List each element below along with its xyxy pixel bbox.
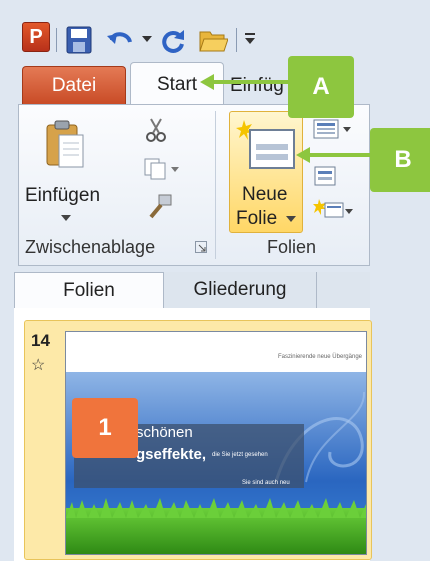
slide-header-text: Faszinierende neue Übergänge [277, 354, 362, 360]
new-slide-label-line2: Folie [236, 208, 278, 229]
clipboard-group-label: Zwischenablage [25, 237, 156, 257]
slide-footer-text: Sie sind auch neu [242, 480, 290, 486]
paste-dropdown-icon[interactable] [61, 215, 71, 222]
slide-number: 14 [31, 331, 50, 350]
format-painter-icon[interactable] [145, 193, 173, 221]
callout-1: 1 [72, 398, 138, 458]
new-slide-dropdown-icon[interactable] [286, 216, 296, 223]
toolbar-separator [56, 28, 57, 52]
paste-button[interactable]: Einfügen [25, 113, 105, 231]
section-icon[interactable] [313, 197, 355, 223]
slides-group-label: Folien [267, 237, 317, 257]
slide-grass [66, 498, 366, 554]
undo-dropdown-icon[interactable] [142, 36, 152, 44]
transition-star-icon[interactable]: ☆ [31, 355, 45, 375]
group-divider [215, 111, 216, 259]
new-slide-button[interactable]: Neue Folie [229, 111, 303, 233]
callout-b: B [370, 128, 430, 192]
save-icon[interactable] [66, 26, 92, 54]
paste-label: Einfügen [25, 185, 101, 206]
powerpoint-window: P Datei Start Einfüg Einfügen Zwischenab… [0, 0, 430, 561]
quick-access-toolbar: P [20, 22, 340, 58]
new-slide-icon [236, 120, 295, 169]
reset-slide-icon[interactable] [313, 163, 339, 187]
cut-icon[interactable] [145, 117, 167, 143]
copy-icon[interactable] [143, 157, 179, 181]
toolbar-separator [236, 28, 237, 52]
powerpoint-icon[interactable]: P [22, 22, 50, 52]
slide-title-line1: schönen [136, 424, 193, 441]
slide-subtitle-small: die Sie jetzt gesehen [212, 452, 268, 458]
callout-a-arrow [200, 74, 294, 90]
tab-outline[interactable]: Gliederung [164, 272, 317, 308]
redo-icon[interactable] [160, 28, 186, 54]
slide-thumbnail-pane: 14 ☆ Faszinierende neue Übergänge schöne… [14, 308, 372, 561]
tab-file[interactable]: Datei [22, 66, 126, 105]
clipboard-icon [46, 120, 84, 168]
customize-toolbar-icon[interactable] [244, 32, 256, 46]
callout-b-arrow [296, 147, 376, 163]
new-slide-label-line1: Neue [242, 184, 288, 205]
grass-blades [66, 498, 366, 518]
undo-icon[interactable] [106, 28, 138, 52]
layout-icon[interactable] [313, 119, 353, 141]
open-folder-icon[interactable] [198, 26, 228, 54]
callout-a: A [288, 56, 354, 118]
slide-title-line2: gseffekte, [136, 446, 207, 463]
tab-slides[interactable]: Folien [14, 272, 164, 309]
slide-pane-tabs: Folien Gliederung [14, 272, 370, 309]
ribbon-start: Einfügen Zwischenablage Neue Folie Folie… [18, 104, 370, 266]
dialog-launcher-icon[interactable] [195, 241, 207, 253]
